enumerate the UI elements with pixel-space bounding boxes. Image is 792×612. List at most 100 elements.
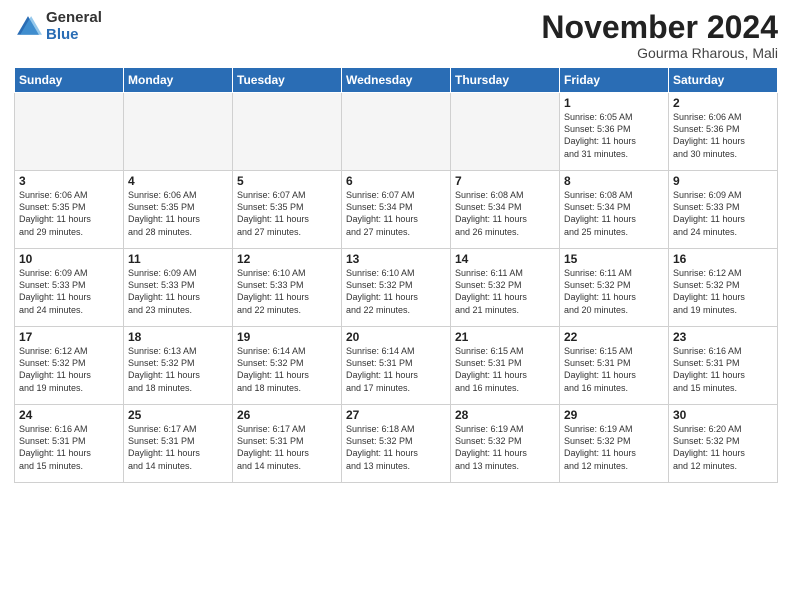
day-number: 7 bbox=[455, 174, 555, 188]
calendar-cell bbox=[342, 93, 451, 171]
header: General Blue November 2024 Gourma Rharou… bbox=[14, 10, 778, 61]
calendar-cell: 19Sunrise: 6:14 AM Sunset: 5:32 PM Dayli… bbox=[233, 327, 342, 405]
weekday-header: Sunday bbox=[15, 68, 124, 93]
calendar-cell: 20Sunrise: 6:14 AM Sunset: 5:31 PM Dayli… bbox=[342, 327, 451, 405]
day-info: Sunrise: 6:10 AM Sunset: 5:33 PM Dayligh… bbox=[237, 267, 337, 316]
day-number: 3 bbox=[19, 174, 119, 188]
weekday-header: Saturday bbox=[669, 68, 778, 93]
day-info: Sunrise: 6:06 AM Sunset: 5:35 PM Dayligh… bbox=[19, 189, 119, 238]
day-info: Sunrise: 6:20 AM Sunset: 5:32 PM Dayligh… bbox=[673, 423, 773, 472]
day-info: Sunrise: 6:07 AM Sunset: 5:35 PM Dayligh… bbox=[237, 189, 337, 238]
day-number: 15 bbox=[564, 252, 664, 266]
day-info: Sunrise: 6:16 AM Sunset: 5:31 PM Dayligh… bbox=[19, 423, 119, 472]
page: General Blue November 2024 Gourma Rharou… bbox=[0, 0, 792, 612]
day-info: Sunrise: 6:06 AM Sunset: 5:36 PM Dayligh… bbox=[673, 111, 773, 160]
day-number: 22 bbox=[564, 330, 664, 344]
day-info: Sunrise: 6:09 AM Sunset: 5:33 PM Dayligh… bbox=[19, 267, 119, 316]
day-info: Sunrise: 6:11 AM Sunset: 5:32 PM Dayligh… bbox=[564, 267, 664, 316]
calendar-cell: 29Sunrise: 6:19 AM Sunset: 5:32 PM Dayli… bbox=[560, 405, 669, 483]
calendar-cell: 8Sunrise: 6:08 AM Sunset: 5:34 PM Daylig… bbox=[560, 171, 669, 249]
calendar-cell: 10Sunrise: 6:09 AM Sunset: 5:33 PM Dayli… bbox=[15, 249, 124, 327]
day-number: 24 bbox=[19, 408, 119, 422]
day-info: Sunrise: 6:09 AM Sunset: 5:33 PM Dayligh… bbox=[673, 189, 773, 238]
day-number: 26 bbox=[237, 408, 337, 422]
calendar-cell: 13Sunrise: 6:10 AM Sunset: 5:32 PM Dayli… bbox=[342, 249, 451, 327]
calendar-cell: 28Sunrise: 6:19 AM Sunset: 5:32 PM Dayli… bbox=[451, 405, 560, 483]
day-number: 5 bbox=[237, 174, 337, 188]
weekday-header: Monday bbox=[124, 68, 233, 93]
day-info: Sunrise: 6:11 AM Sunset: 5:32 PM Dayligh… bbox=[455, 267, 555, 316]
day-info: Sunrise: 6:16 AM Sunset: 5:31 PM Dayligh… bbox=[673, 345, 773, 394]
day-info: Sunrise: 6:09 AM Sunset: 5:33 PM Dayligh… bbox=[128, 267, 228, 316]
day-number: 13 bbox=[346, 252, 446, 266]
day-number: 11 bbox=[128, 252, 228, 266]
calendar-week-row: 24Sunrise: 6:16 AM Sunset: 5:31 PM Dayli… bbox=[15, 405, 778, 483]
calendar-cell: 11Sunrise: 6:09 AM Sunset: 5:33 PM Dayli… bbox=[124, 249, 233, 327]
day-info: Sunrise: 6:19 AM Sunset: 5:32 PM Dayligh… bbox=[564, 423, 664, 472]
calendar-cell: 15Sunrise: 6:11 AM Sunset: 5:32 PM Dayli… bbox=[560, 249, 669, 327]
calendar-week-row: 17Sunrise: 6:12 AM Sunset: 5:32 PM Dayli… bbox=[15, 327, 778, 405]
calendar-cell: 26Sunrise: 6:17 AM Sunset: 5:31 PM Dayli… bbox=[233, 405, 342, 483]
calendar-cell: 1Sunrise: 6:05 AM Sunset: 5:36 PM Daylig… bbox=[560, 93, 669, 171]
day-number: 23 bbox=[673, 330, 773, 344]
calendar-cell: 2Sunrise: 6:06 AM Sunset: 5:36 PM Daylig… bbox=[669, 93, 778, 171]
day-number: 6 bbox=[346, 174, 446, 188]
calendar-week-row: 10Sunrise: 6:09 AM Sunset: 5:33 PM Dayli… bbox=[15, 249, 778, 327]
calendar: SundayMondayTuesdayWednesdayThursdayFrid… bbox=[14, 67, 778, 483]
day-info: Sunrise: 6:12 AM Sunset: 5:32 PM Dayligh… bbox=[673, 267, 773, 316]
calendar-cell: 14Sunrise: 6:11 AM Sunset: 5:32 PM Dayli… bbox=[451, 249, 560, 327]
day-number: 29 bbox=[564, 408, 664, 422]
day-number: 2 bbox=[673, 96, 773, 110]
day-info: Sunrise: 6:08 AM Sunset: 5:34 PM Dayligh… bbox=[455, 189, 555, 238]
day-info: Sunrise: 6:14 AM Sunset: 5:32 PM Dayligh… bbox=[237, 345, 337, 394]
day-info: Sunrise: 6:08 AM Sunset: 5:34 PM Dayligh… bbox=[564, 189, 664, 238]
calendar-cell bbox=[233, 93, 342, 171]
day-info: Sunrise: 6:15 AM Sunset: 5:31 PM Dayligh… bbox=[455, 345, 555, 394]
calendar-cell: 18Sunrise: 6:13 AM Sunset: 5:32 PM Dayli… bbox=[124, 327, 233, 405]
calendar-cell: 6Sunrise: 6:07 AM Sunset: 5:34 PM Daylig… bbox=[342, 171, 451, 249]
calendar-cell: 23Sunrise: 6:16 AM Sunset: 5:31 PM Dayli… bbox=[669, 327, 778, 405]
day-number: 21 bbox=[455, 330, 555, 344]
day-number: 25 bbox=[128, 408, 228, 422]
day-info: Sunrise: 6:07 AM Sunset: 5:34 PM Dayligh… bbox=[346, 189, 446, 238]
logo-general: General bbox=[46, 10, 102, 27]
calendar-cell: 4Sunrise: 6:06 AM Sunset: 5:35 PM Daylig… bbox=[124, 171, 233, 249]
calendar-cell bbox=[124, 93, 233, 171]
day-number: 17 bbox=[19, 330, 119, 344]
calendar-cell: 21Sunrise: 6:15 AM Sunset: 5:31 PM Dayli… bbox=[451, 327, 560, 405]
day-number: 27 bbox=[346, 408, 446, 422]
weekday-header: Wednesday bbox=[342, 68, 451, 93]
weekday-header-row: SundayMondayTuesdayWednesdayThursdayFrid… bbox=[15, 68, 778, 93]
day-number: 30 bbox=[673, 408, 773, 422]
day-info: Sunrise: 6:05 AM Sunset: 5:36 PM Dayligh… bbox=[564, 111, 664, 160]
day-info: Sunrise: 6:13 AM Sunset: 5:32 PM Dayligh… bbox=[128, 345, 228, 394]
calendar-cell: 25Sunrise: 6:17 AM Sunset: 5:31 PM Dayli… bbox=[124, 405, 233, 483]
day-info: Sunrise: 6:10 AM Sunset: 5:32 PM Dayligh… bbox=[346, 267, 446, 316]
calendar-cell: 3Sunrise: 6:06 AM Sunset: 5:35 PM Daylig… bbox=[15, 171, 124, 249]
calendar-cell: 12Sunrise: 6:10 AM Sunset: 5:33 PM Dayli… bbox=[233, 249, 342, 327]
calendar-cell bbox=[15, 93, 124, 171]
calendar-cell bbox=[451, 93, 560, 171]
day-number: 20 bbox=[346, 330, 446, 344]
title-block: November 2024 Gourma Rharous, Mali bbox=[541, 10, 778, 61]
day-number: 28 bbox=[455, 408, 555, 422]
day-number: 16 bbox=[673, 252, 773, 266]
day-number: 14 bbox=[455, 252, 555, 266]
calendar-cell: 7Sunrise: 6:08 AM Sunset: 5:34 PM Daylig… bbox=[451, 171, 560, 249]
day-info: Sunrise: 6:06 AM Sunset: 5:35 PM Dayligh… bbox=[128, 189, 228, 238]
weekday-header: Friday bbox=[560, 68, 669, 93]
day-info: Sunrise: 6:18 AM Sunset: 5:32 PM Dayligh… bbox=[346, 423, 446, 472]
day-number: 19 bbox=[237, 330, 337, 344]
calendar-cell: 24Sunrise: 6:16 AM Sunset: 5:31 PM Dayli… bbox=[15, 405, 124, 483]
month-title: November 2024 bbox=[541, 10, 778, 45]
day-info: Sunrise: 6:17 AM Sunset: 5:31 PM Dayligh… bbox=[128, 423, 228, 472]
day-number: 8 bbox=[564, 174, 664, 188]
weekday-header: Thursday bbox=[451, 68, 560, 93]
day-info: Sunrise: 6:15 AM Sunset: 5:31 PM Dayligh… bbox=[564, 345, 664, 394]
calendar-cell: 17Sunrise: 6:12 AM Sunset: 5:32 PM Dayli… bbox=[15, 327, 124, 405]
day-info: Sunrise: 6:19 AM Sunset: 5:32 PM Dayligh… bbox=[455, 423, 555, 472]
calendar-cell: 5Sunrise: 6:07 AM Sunset: 5:35 PM Daylig… bbox=[233, 171, 342, 249]
day-number: 10 bbox=[19, 252, 119, 266]
calendar-cell: 16Sunrise: 6:12 AM Sunset: 5:32 PM Dayli… bbox=[669, 249, 778, 327]
day-number: 9 bbox=[673, 174, 773, 188]
